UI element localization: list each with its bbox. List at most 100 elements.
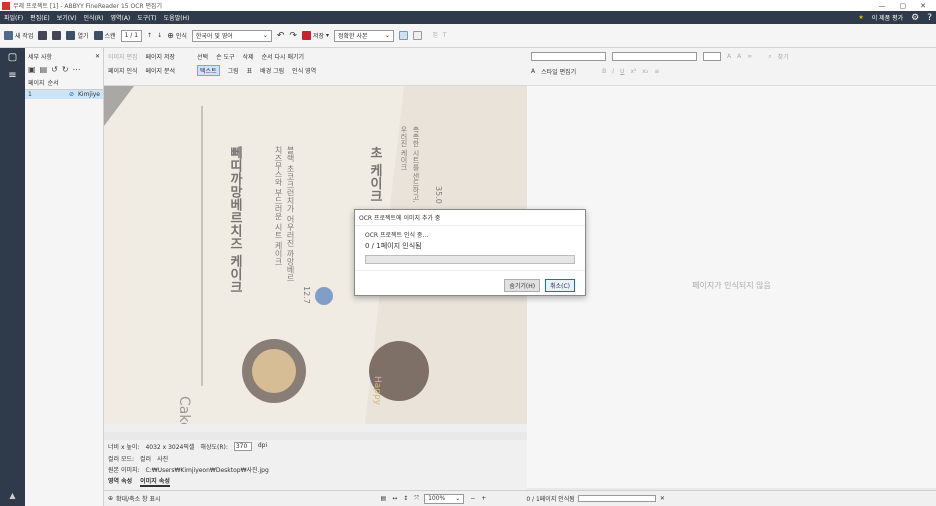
zoom-window-icon[interactable]: ⊕ [108,495,113,502]
save-mode-select[interactable]: 정확한 사본 ⌄ [334,29,395,42]
layers-dropdown-icon[interactable] [52,31,62,40]
menu-area[interactable]: 영역(A) [110,13,130,22]
rate-product-link[interactable]: 이 제품 평가 [872,13,903,22]
text-format-icon[interactable]: T [443,32,447,39]
save-icon[interactable]: ▣ [28,65,36,74]
panel-title: 세부 사항 [28,54,52,61]
progress-dialog: OCR 프로젝트에 이미지 추가 중 OCR 프로젝트 인식 중... 0 / … [354,209,586,296]
text-area-button[interactable]: 텍스트 [197,65,220,76]
style-select[interactable] [531,52,606,61]
open-button[interactable]: 열기 [66,31,89,40]
background-picture-button[interactable]: 배경 그림 [260,66,284,75]
arrow-down-icon[interactable]: ↓ [157,32,162,39]
zoom-select[interactable]: 100% ⌄ [424,493,465,504]
column-sort[interactable]: 순서 [48,78,59,87]
underline-icon[interactable]: U [620,68,624,75]
redo-icon[interactable]: ↷ [289,31,297,41]
undo-icon[interactable]: ↶ [277,31,285,41]
delete-area-button[interactable]: 삭제 [243,52,254,61]
new-task-icon [4,31,13,40]
recognize-button[interactable]: ⊕ 인식 [167,31,187,40]
layout-icon[interactable] [399,31,409,40]
page-user: Kimjiye [77,91,100,98]
save-label: 저장 [312,33,324,40]
image-properties: 너비 x 높이: 4032 x 3024픽셀 해상도(R): 370 dpi 컬… [104,440,527,490]
superscript-icon[interactable]: x² [630,68,636,75]
minimize-button[interactable]: — [879,2,886,10]
close-panel-icon[interactable]: ✕ [95,53,100,60]
hand-tool-button[interactable]: 손 도구 [216,52,234,61]
picture-area-button[interactable]: 그림 [228,66,239,75]
save-button[interactable]: 저장 ▾ [301,31,329,40]
subscript-icon[interactable]: x₂ [642,68,648,75]
menu-tools[interactable]: 도구(T) [137,13,156,22]
status-bar: ⊕ 확대/축소 창 표시 ▤ ↔ ↕ ⤧ 100% ⌄ − + 0 / 1페이지 … [104,490,936,506]
list-nav-icon[interactable]: ≡ [0,66,25,84]
gear-icon[interactable]: ⚙ [911,13,919,23]
prop-row-color: 컬러 모드: 컬러 사진 [104,453,527,464]
fit-height-icon[interactable]: ↕ [403,495,408,502]
menu-recognize[interactable]: 인식(R) [84,13,104,22]
recognition-area-button[interactable]: 인식 영역 [292,66,316,75]
help-icon[interactable]: ? [927,13,932,23]
menu-view[interactable]: 보기(V) [57,13,77,22]
page-counter[interactable]: 1 / 1 [120,29,143,42]
recognize-page-button[interactable]: 페이지 인식 [108,66,138,75]
layout-alt-icon[interactable] [413,31,423,40]
copy-format-icon[interactable]: ⎘ [433,32,438,40]
new-task-label: 새 작업 [15,33,34,40]
column-pages[interactable]: 페이지 [28,78,45,87]
select-tool-button[interactable]: 선택 [197,52,208,61]
fit-icon[interactable]: ▤ [381,495,387,502]
shrink-font-icon[interactable]: A [737,53,741,60]
font-select[interactable] [612,52,697,61]
bold-icon[interactable]: B [602,68,606,75]
recognize-label: 인식 [175,33,187,40]
menu-file[interactable]: 파일(F) [4,13,23,22]
maximize-button[interactable]: ▢ [900,2,907,10]
cancel-button[interactable]: 취소(C) [545,279,575,292]
tab-image-properties[interactable]: 이미지 속성 [140,476,170,487]
grow-font-icon[interactable]: A [727,53,731,60]
page-row[interactable]: 1 ⊘ Kimjiye [25,90,103,99]
zoom-out-icon[interactable]: − [470,495,475,502]
close-button[interactable]: ✕ [920,2,926,10]
star-icon: ★ [858,14,864,21]
menu-help[interactable]: 도움말(H) [164,13,190,22]
analyze-page-button[interactable]: 페이지 분석 [146,66,176,75]
hide-button[interactable]: 숨기기(H) [504,279,541,292]
arrow-up-icon[interactable]: ↑ [147,32,152,39]
pages-nav-icon[interactable]: ▢ [0,48,25,66]
edit-image-button[interactable]: 이미지 편집 [108,52,138,61]
zoom-window-label[interactable]: 확대/축소 창 표시 [116,494,160,503]
image-toolbar-row2: 페이지 인식 페이지 분석 텍스트 그림 표 배경 그림 인식 영역 [104,63,527,78]
save-page-button[interactable]: 페이지 저장 [146,52,176,61]
tab-area-properties[interactable]: 영역 속성 [108,476,132,487]
rotate-left-icon[interactable]: ↺ [51,65,58,74]
search-icon[interactable]: ⌕ [768,53,771,61]
align-icon[interactable]: ≡ [654,68,659,75]
warning-icon[interactable]: ▲ [0,486,25,504]
delete-icon[interactable]: ▤ [40,65,48,74]
pages-panel: 세부 사항 ✕ ▣ ▤ ↺ ↻ ⋯ 페이지 순서 1 ⊘ Kimjiye [25,48,104,506]
rotate-right-icon[interactable]: ↻ [62,65,69,74]
link-icon[interactable]: ∞ [747,53,752,60]
italic-icon[interactable]: I [612,68,614,75]
table-area-button[interactable]: 표 [247,66,253,75]
reorder-button[interactable]: 순서 다시 매기기 [262,52,304,61]
language-select[interactable]: 한국어 및 영어 ⌄ [191,29,272,42]
fit-page-icon[interactable]: ⤧ [414,495,419,503]
menu-edit[interactable]: 편집(E) [30,13,50,22]
style-editor-button[interactable]: 스타일 편집기 [541,67,576,76]
fit-width-icon[interactable]: ↔ [392,495,397,502]
resolution-input[interactable]: 370 [233,442,252,451]
zoom-in-icon[interactable]: + [481,495,486,502]
more-icon[interactable]: ⋯ [73,65,81,74]
new-task-button[interactable]: 새 작업 [4,31,33,40]
layers-icon[interactable] [38,31,48,40]
prop-tabs: 영역 속성 이미지 속성 [104,475,527,488]
page-number: 1 [28,91,32,98]
cancel-recognition-icon[interactable]: ✕ [660,495,665,502]
font-size-select[interactable] [703,52,721,61]
scan-button[interactable]: 스캔 [93,31,116,40]
